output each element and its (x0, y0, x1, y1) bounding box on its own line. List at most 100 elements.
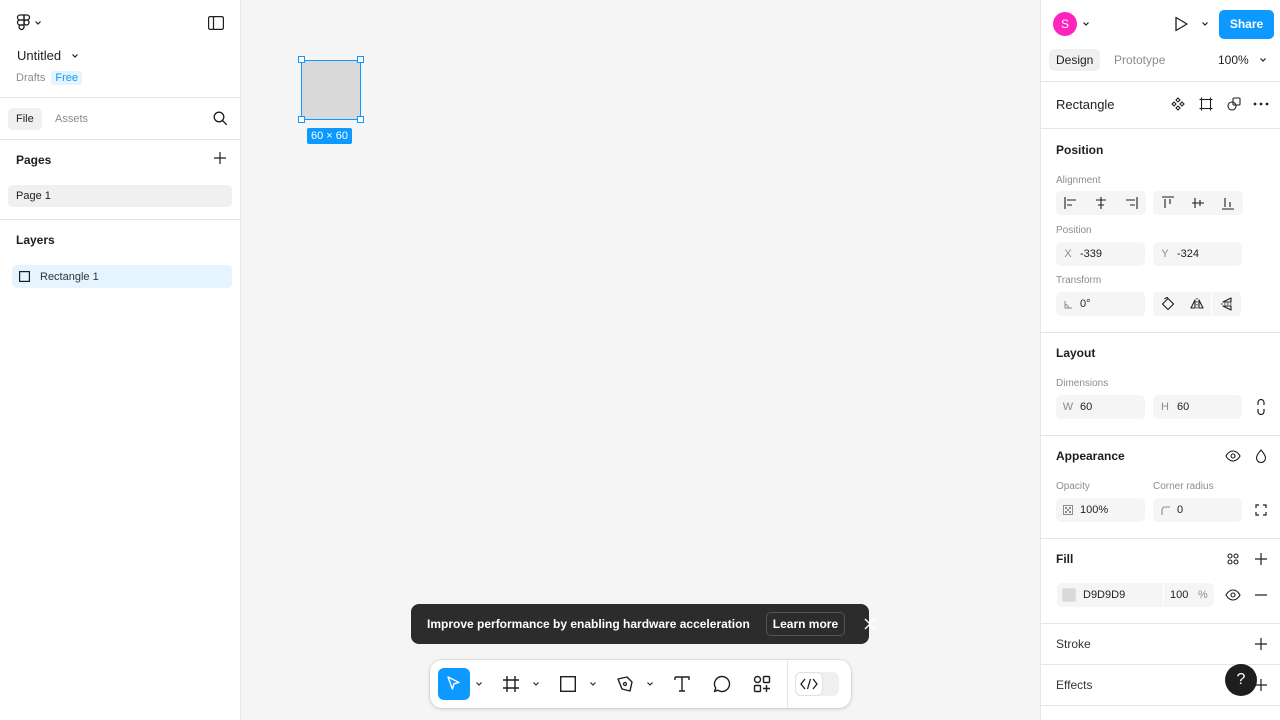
present-button[interactable] (1173, 16, 1189, 32)
divider (1041, 623, 1280, 624)
frame-icon (502, 675, 520, 693)
close-toast-button[interactable] (864, 618, 876, 630)
page-item[interactable]: Page 1 (8, 185, 232, 207)
y-prefix: Y (1161, 248, 1169, 260)
divider (1041, 332, 1280, 333)
resize-handle-bottom-right[interactable] (357, 116, 364, 123)
design-canvas[interactable]: 60 × 60 Improve performance by enabling … (241, 0, 1040, 720)
divider (1041, 538, 1280, 539)
align-vertical-center-icon (1191, 196, 1205, 210)
eye-icon (1225, 450, 1241, 462)
pen-tool-options[interactable] (646, 680, 654, 688)
chevron-down-icon (1259, 56, 1267, 64)
help-button[interactable]: ? (1225, 664, 1257, 696)
rectangle-shape[interactable] (301, 60, 361, 120)
align-top-icon (1161, 196, 1175, 210)
rectangle-layer-icon (19, 271, 30, 282)
share-button[interactable]: Share (1219, 10, 1274, 39)
align-center-h-button[interactable] (1086, 191, 1116, 215)
create-component-icon[interactable] (1171, 97, 1185, 111)
effects-heading[interactable]: Effects (1056, 678, 1092, 692)
align-top-button[interactable] (1153, 191, 1183, 215)
fill-visibility-button[interactable] (1219, 583, 1247, 607)
dev-mode-toggle[interactable] (795, 672, 839, 696)
tab-file[interactable]: File (8, 108, 42, 130)
add-stroke-button[interactable] (1247, 632, 1275, 656)
toggle-sidebar-button[interactable] (208, 16, 224, 30)
flip-vertical-button[interactable] (1212, 292, 1241, 316)
position-label: Position (1056, 225, 1092, 236)
learn-more-button[interactable]: Learn more (765, 612, 846, 636)
file-header: Untitled Drafts Free (0, 0, 240, 98)
more-options-icon[interactable] (1253, 97, 1269, 111)
align-left-button[interactable] (1056, 191, 1086, 215)
move-tool[interactable] (438, 668, 470, 700)
add-page-button[interactable] (214, 152, 226, 164)
shape-tool-options[interactable] (589, 680, 597, 688)
corner-radius-field[interactable]: 0 (1153, 498, 1242, 522)
opacity-field[interactable]: 100% (1056, 498, 1145, 522)
fill-hex-value[interactable]: D9D9D9 (1083, 589, 1163, 601)
text-tool[interactable] (666, 668, 698, 700)
resize-handle-top-left[interactable] (298, 56, 305, 63)
y-position-field[interactable]: Y -324 (1153, 242, 1242, 266)
tab-design[interactable]: Design (1049, 49, 1101, 71)
resize-handle-top-right[interactable] (357, 56, 364, 63)
properties-panel: S Share Design Prototype 100% Rectangle … (1040, 0, 1280, 720)
fill-item[interactable]: D9D9D9 100 % (1057, 583, 1214, 607)
search-icon (213, 111, 228, 126)
boolean-ops-icon[interactable] (1227, 97, 1241, 111)
rectangle-tool[interactable] (552, 668, 584, 700)
user-avatar[interactable]: S (1053, 12, 1077, 36)
blend-mode-button[interactable] (1247, 444, 1275, 468)
main-menu-button[interactable] (16, 14, 42, 32)
align-horizontal-center-icon (1094, 196, 1108, 210)
stroke-heading[interactable]: Stroke (1056, 637, 1091, 651)
drafts-link[interactable]: Drafts (16, 72, 45, 84)
tab-assets[interactable]: Assets (47, 108, 96, 130)
comment-tool[interactable] (706, 668, 738, 700)
dev-mode-knob (795, 672, 823, 696)
frame-selection-icon[interactable] (1199, 97, 1213, 111)
divider (1041, 81, 1280, 82)
toggle-visibility-button[interactable] (1219, 444, 1247, 468)
x-position-field[interactable]: X -339 (1056, 242, 1145, 266)
flip-horizontal-button[interactable] (1182, 292, 1211, 316)
align-center-v-button[interactable] (1183, 191, 1213, 215)
tab-prototype[interactable]: Prototype (1107, 49, 1172, 71)
fill-color-swatch[interactable] (1062, 588, 1076, 602)
cursor-icon (445, 675, 463, 693)
pen-tool[interactable] (609, 668, 641, 700)
rotation-angle-icon (1056, 300, 1080, 309)
w-prefix: W (1062, 401, 1074, 413)
resize-handle-bottom-left[interactable] (298, 116, 305, 123)
actions-tool[interactable] (746, 668, 778, 700)
move-tool-options[interactable] (475, 680, 483, 688)
components-icon (753, 675, 771, 693)
independent-corners-button[interactable] (1247, 498, 1275, 522)
sidebar-icon (208, 16, 224, 30)
present-options[interactable] (1201, 20, 1209, 28)
add-fill-button[interactable] (1247, 547, 1275, 571)
fill-opacity-value[interactable]: 100 (1170, 589, 1198, 601)
frame-tool-options[interactable] (532, 680, 540, 688)
height-field[interactable]: H 60 (1153, 395, 1242, 419)
align-bottom-button[interactable] (1213, 191, 1243, 215)
play-icon (1173, 16, 1189, 32)
rotation-field[interactable]: 0° (1056, 292, 1145, 316)
constrain-proportions-button[interactable] (1247, 395, 1275, 419)
fill-styles-button[interactable] (1219, 547, 1247, 571)
search-layers-button[interactable] (213, 111, 228, 126)
frame-tool[interactable] (495, 668, 527, 700)
plan-badge[interactable]: Free (51, 71, 82, 85)
zoom-menu[interactable]: 100% (1218, 53, 1267, 67)
file-name-menu[interactable]: Untitled (17, 48, 79, 63)
rotate-90-button[interactable] (1153, 292, 1182, 316)
chevron-down-icon[interactable] (1082, 20, 1090, 28)
layer-item[interactable]: Rectangle 1 (12, 265, 232, 288)
remove-fill-button[interactable] (1247, 583, 1275, 607)
width-field[interactable]: W 60 (1056, 395, 1145, 419)
selection-size-label: 60 × 60 (307, 128, 353, 144)
align-right-button[interactable] (1116, 191, 1146, 215)
plus-icon (1255, 638, 1267, 650)
